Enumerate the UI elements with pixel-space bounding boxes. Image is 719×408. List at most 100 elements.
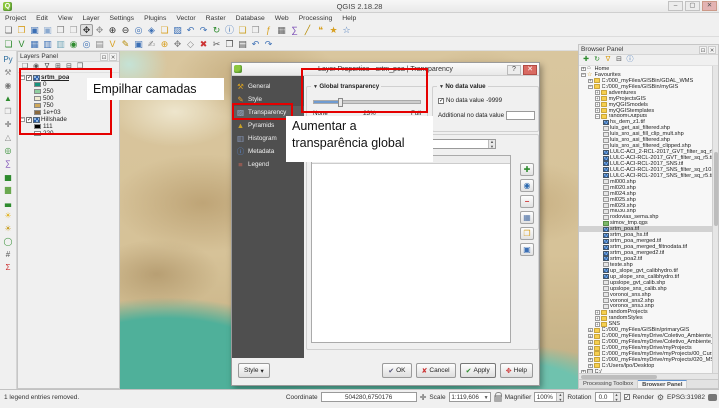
minimize-button[interactable]: – (668, 1, 683, 11)
layer-tree-item[interactable]: 111 (18, 123, 119, 130)
collapse-all-button[interactable]: ⊟ (614, 55, 624, 65)
transparency-table[interactable] (311, 155, 511, 343)
copy-features-button[interactable]: ❐ (223, 38, 236, 50)
pan-map-button[interactable]: ✥ (80, 24, 93, 36)
expander-icon[interactable]: − (595, 114, 600, 119)
expander-icon[interactable]: + (588, 334, 593, 339)
dialog-close-icon[interactable]: ✕ (523, 65, 537, 75)
expander-icon[interactable]: − (588, 85, 593, 90)
import-from-file-button[interactable]: ❐ (520, 227, 534, 240)
menu-item[interactable]: Vector (171, 15, 200, 22)
panel-tab[interactable]: Browser Panel (638, 380, 687, 388)
coordinate-input[interactable]: 504280,6750176 (321, 392, 417, 402)
close-panel-icon[interactable]: ✕ (109, 53, 117, 61)
filter-legend-button[interactable]: ∇ (42, 62, 52, 72)
toggle-editing-button[interactable]: ✎ (119, 38, 132, 50)
open-project-button[interactable]: ❐ (15, 24, 28, 36)
new-shapefile-layer-button[interactable]: V (106, 38, 119, 50)
lock-scale-icon[interactable] (494, 395, 502, 402)
paste-features-button[interactable]: ▤ (236, 38, 249, 50)
zoom-to-selection-button[interactable]: ❑ (158, 24, 171, 36)
add-delimited-text-button[interactable]: ▤ (93, 38, 106, 50)
expand-all-button[interactable]: ⊞ (53, 62, 63, 72)
layer-checkbox[interactable] (26, 75, 32, 81)
expander-icon[interactable]: + (588, 79, 593, 84)
expander-icon[interactable]: + (595, 316, 600, 321)
menu-item[interactable]: View (53, 15, 78, 22)
expander-icon[interactable]: + (595, 96, 600, 101)
apply-button[interactable]: ✔Apply (460, 363, 496, 378)
field-calculator-button[interactable]: ∑ (288, 24, 301, 36)
properties-button[interactable]: ⓘ (625, 55, 635, 65)
dialog-tab[interactable]: ✎ Style (232, 93, 304, 106)
refresh-map-button[interactable]: ↻ (210, 24, 223, 36)
menu-item[interactable]: Processing (294, 15, 338, 22)
close-panel-icon[interactable]: ✕ (708, 46, 716, 54)
add-values-from-display-button[interactable]: ◉ (520, 179, 534, 192)
sun-effect-button[interactable]: ☀ (1, 209, 15, 222)
menu-item[interactable]: Project (0, 15, 31, 22)
add-values-manually-button[interactable]: ✚ (520, 163, 534, 176)
show-bookmarks-button[interactable]: ☆ (340, 24, 353, 36)
expander-icon[interactable]: + (581, 67, 586, 72)
global-transparency-slider[interactable] (313, 100, 421, 104)
slider-handle[interactable] (338, 98, 343, 107)
select-by-expression-button[interactable]: ƒ (262, 24, 275, 36)
expander-icon[interactable]: + (595, 108, 600, 113)
pan-to-selection-button[interactable]: ✥ (93, 24, 106, 36)
composer-manager-button[interactable]: ❒ (67, 24, 80, 36)
expander-icon[interactable]: − (581, 73, 586, 78)
expander-icon[interactable]: + (595, 102, 600, 107)
expander-icon[interactable]: + (588, 352, 593, 357)
cancel-button[interactable]: ✘Cancel (416, 363, 456, 378)
zoom-last-button[interactable]: ↶ (184, 24, 197, 36)
dialog-help-icon[interactable]: ? (507, 65, 521, 75)
map-tips-button[interactable]: ❝ (314, 24, 327, 36)
new-print-composer-button[interactable]: ❒ (54, 24, 67, 36)
profile-tool-button[interactable]: ▅ (1, 170, 15, 183)
style-menu-button[interactable]: Style▾ (238, 363, 270, 378)
messages-bubble-icon[interactable] (708, 394, 717, 401)
move-feature-button[interactable]: ✥ (171, 38, 184, 50)
menu-item[interactable]: Plugins (139, 15, 171, 22)
float-panel-icon[interactable]: ⊡ (100, 53, 108, 61)
new-project-button[interactable]: ❏ (2, 24, 15, 36)
filter-browser-button[interactable]: ∇ (603, 55, 613, 65)
cad-tools-button[interactable]: △ (1, 131, 15, 144)
zoom-to-layer-button[interactable]: ▨ (171, 24, 184, 36)
spinner-arrows-icon[interactable]: ▲▼ (556, 393, 563, 401)
add-raster-layer-button[interactable]: ▦ (28, 38, 41, 50)
new-bookmark-button[interactable]: ★ (327, 24, 340, 36)
collapse-all-button[interactable]: ⊟ (64, 62, 74, 72)
remove-selected-row-button[interactable]: − (520, 195, 534, 208)
save-layer-edits-button[interactable]: ▣ (132, 38, 145, 50)
clipper-button[interactable]: ❒ (1, 105, 15, 118)
zoom-full-button[interactable]: ◈ (145, 24, 158, 36)
globe-view-button[interactable]: ◯ (1, 235, 15, 248)
ok-button[interactable]: ✔OK (382, 363, 411, 378)
layer-checkbox[interactable] (26, 117, 32, 123)
render-checkbox[interactable] (624, 394, 630, 400)
dem-terrain-button[interactable]: ▲ (1, 92, 15, 105)
rotation-spinner[interactable]: 0.0▲▼ (595, 392, 621, 402)
georeferencer-button[interactable]: ✛ (1, 118, 15, 131)
expander-icon[interactable]: + (595, 90, 600, 95)
expander-icon[interactable]: + (588, 358, 593, 363)
default-values-button[interactable]: ▦ (520, 211, 534, 224)
zoom-out-button[interactable]: ⊖ (119, 24, 132, 36)
redo-button[interactable]: ↷ (262, 38, 275, 50)
menu-item[interactable]: Help (337, 15, 361, 22)
expander-icon[interactable]: − (20, 75, 25, 80)
add-wfs-layer-button[interactable]: ◎ (80, 38, 93, 50)
undo-button[interactable]: ↶ (249, 38, 262, 50)
expander-icon[interactable]: + (595, 322, 600, 327)
vertical-scrollbar[interactable] (712, 66, 718, 373)
measure-button[interactable]: ╱ (301, 24, 314, 36)
zoom-next-button[interactable]: ↷ (197, 24, 210, 36)
statistics-button[interactable]: ∑ (1, 157, 15, 170)
menu-item[interactable]: Settings (105, 15, 140, 22)
scale-combo[interactable]: 1:119,606▼ (449, 392, 491, 402)
menu-item[interactable]: Edit (31, 15, 53, 22)
expander-icon[interactable]: + (595, 310, 600, 315)
heatmap-button[interactable]: ▃ (1, 196, 15, 209)
